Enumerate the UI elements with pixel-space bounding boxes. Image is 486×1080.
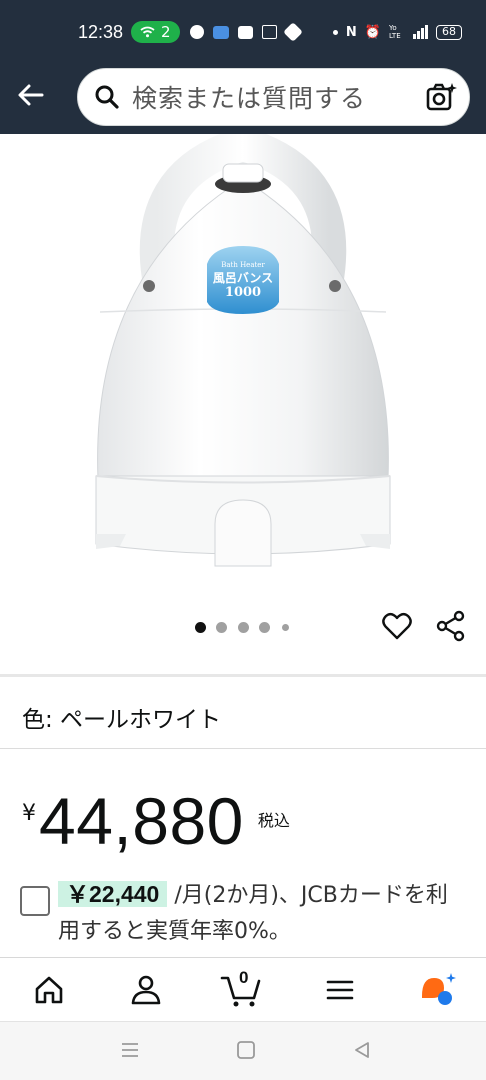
wifi-icon (140, 26, 155, 38)
carousel-dot-2[interactable] (216, 622, 227, 633)
dot-icon (332, 29, 338, 35)
system-icons: N ⏰ Yo LTE 68 (332, 24, 462, 40)
volte-label: Yo LTE (389, 24, 401, 40)
home-nav-icon[interactable] (236, 1040, 256, 1060)
camera-search-icon[interactable] (425, 81, 457, 113)
system-nav-bar (0, 1021, 486, 1080)
wifi-count: 2 (161, 23, 171, 41)
account-icon[interactable] (126, 970, 166, 1010)
notif-gear-icon (282, 22, 303, 42)
carousel-dot-3[interactable] (238, 622, 249, 633)
notification-icons (189, 22, 333, 42)
carousel-dot-4[interactable] (259, 622, 270, 633)
menu-icon[interactable] (320, 970, 360, 1010)
price-currency: ¥ (22, 801, 36, 826)
search-input[interactable]: 検索または質問する (132, 79, 425, 115)
home-icon[interactable] (29, 970, 69, 1010)
carousel-dot-5[interactable] (282, 624, 289, 631)
back-nav-icon[interactable] (352, 1040, 372, 1060)
heart-icon[interactable] (382, 612, 412, 640)
price-tax-note: 税込 (257, 811, 290, 830)
search-icon (95, 85, 119, 109)
product-label-line3: 1000 (224, 285, 262, 300)
section-divider (0, 748, 486, 749)
installment-checkbox[interactable] (20, 886, 50, 916)
bath-heater-illustration (95, 126, 391, 567)
installment-price: ￥22,440 (58, 881, 168, 907)
price-amount: 44,880 (39, 784, 244, 858)
status-time: 12:38 (78, 21, 124, 42)
battery-indicator: 68 (436, 24, 462, 40)
notif-chart-icon (261, 25, 277, 39)
product-label: Bath Heater 風呂バンス 1000 (207, 248, 279, 300)
carousel-dot-1[interactable] (195, 622, 206, 633)
installment-text: ￥22,440 /月(2か月)、JCBカードを利用すると実質年率0%。 (58, 876, 468, 950)
notif-app-icon (189, 25, 204, 39)
notif-message-icon (237, 25, 253, 39)
product-image[interactable]: Bath Heater 風呂バンス 1000 (0, 126, 486, 604)
notif-android-icon (212, 25, 229, 39)
back-arrow-icon[interactable] (14, 78, 48, 112)
variant-color-label[interactable]: 色: ペールホワイト (22, 700, 221, 734)
share-icon[interactable] (436, 610, 466, 642)
section-divider (0, 674, 486, 677)
status-bar: 12:38 2 N ⏰ Yo LTE 68 (0, 0, 486, 64)
price-block: ¥ 44,880 税込 (22, 785, 290, 857)
image-carousel-controls (0, 604, 486, 664)
cart-button[interactable]: 0 (220, 966, 264, 1014)
cart-count: 0 (239, 968, 249, 987)
recent-apps-icon[interactable] (120, 1040, 140, 1060)
product-label-line2: 風呂バンス (212, 271, 274, 285)
search-bar[interactable]: 検索または質問する (77, 68, 470, 126)
rufus-assistant-icon[interactable] (418, 970, 458, 1010)
app-header: 検索または質問する (0, 64, 486, 134)
alarm-icon: ⏰ (364, 24, 381, 40)
wifi-hotspot-badge: 2 (131, 21, 180, 43)
nfc-icon: N (345, 24, 357, 40)
bottom-nav: 0 (0, 957, 486, 1021)
product-label-line1: Bath Heater (221, 261, 265, 269)
signal-icon (413, 25, 428, 39)
